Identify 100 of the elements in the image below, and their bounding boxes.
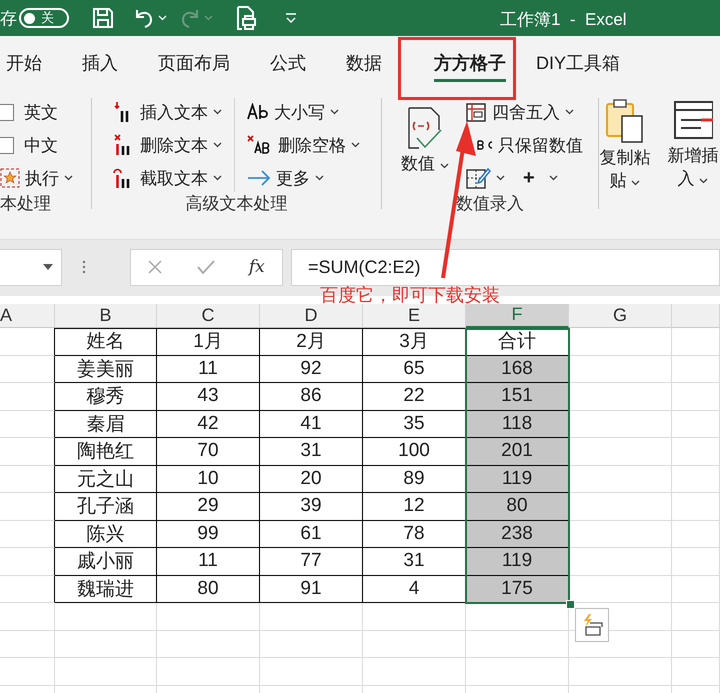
column-header[interactable]: F — [466, 304, 569, 328]
table-cell: 3月 — [363, 328, 466, 356]
ribbon-tab[interactable]: 公式 — [270, 36, 322, 90]
table-cell: 22 — [363, 383, 466, 410]
table-cell: 99 — [157, 520, 260, 548]
ribbon-tab[interactable]: 插入 — [82, 36, 134, 90]
ribbon-tab[interactable]: 数据 — [346, 36, 398, 90]
grid-cell — [672, 576, 720, 603]
table-cell: 元之山 — [55, 466, 157, 493]
ribbon-tab[interactable]: 页面布局 — [158, 36, 246, 90]
fill-handle[interactable] — [566, 600, 575, 609]
caret-icon — [496, 175, 505, 181]
grid-cell — [0, 356, 55, 383]
menu-button[interactable]: 执行 — [0, 164, 73, 192]
grid-cell — [0, 658, 55, 686]
table-cell: 穆秀 — [55, 383, 157, 410]
table-cell: 姜美丽 — [55, 356, 157, 383]
table-cell: 11 — [157, 548, 260, 576]
caret-icon — [158, 15, 167, 21]
table-cell: 201 — [466, 438, 569, 466]
table-cell: 89 — [363, 466, 466, 493]
quick-analysis-button[interactable] — [575, 608, 609, 642]
caret-icon — [204, 15, 213, 21]
table-cell: 陈兴 — [55, 520, 157, 548]
ribbon-button[interactable]: 只保留数值 — [477, 131, 583, 159]
menu-button[interactable]: + — [523, 164, 558, 192]
table-cell: 92 — [260, 356, 363, 383]
ribbon-tab[interactable]: 方方格子 — [422, 36, 518, 90]
bc-icon — [477, 140, 493, 150]
group-label: 本处理 — [0, 193, 51, 215]
caret-icon — [315, 175, 324, 181]
table-cell: 陶艳红 — [55, 438, 157, 466]
checkbox[interactable] — [0, 104, 14, 120]
table-cell: 20 — [260, 466, 363, 493]
menu-button[interactable]: 删除文本 — [113, 131, 222, 159]
large-button[interactable]: 数值 — [397, 106, 453, 176]
column-header[interactable]: B — [55, 304, 157, 328]
table-cell: 35 — [363, 410, 466, 438]
checkbox[interactable] — [0, 136, 14, 154]
menu-button[interactable]: 截取文本 — [113, 164, 222, 192]
ribbon-tab[interactable]: DIY工具箱 — [536, 36, 636, 90]
table-cell: 175 — [466, 576, 569, 603]
grid-cell — [672, 630, 720, 658]
caret-icon — [64, 175, 73, 181]
table-cell: 31 — [363, 548, 466, 576]
column-header[interactable]: D — [260, 304, 363, 328]
large-button[interactable]: 复制粘贴 — [597, 98, 653, 193]
autosave-toggle[interactable]: 关 — [19, 8, 69, 28]
menu-button[interactable]: 四舍五入 — [465, 98, 583, 126]
checkbox-option[interactable]: 中文 — [0, 131, 73, 159]
table-cell: 119 — [466, 466, 569, 493]
menu-button[interactable]: 更多 — [247, 164, 360, 192]
table-cell: 43 — [157, 383, 260, 410]
caret-icon — [213, 109, 222, 115]
column-header[interactable]: G — [569, 304, 672, 328]
menu-button[interactable]: 插入文本 — [113, 98, 222, 126]
grid-cell — [672, 410, 720, 438]
table-cell: 2月 — [260, 328, 363, 356]
grid-cell — [672, 603, 720, 630]
ribbon-tab[interactable]: 开始 — [6, 36, 58, 90]
caret-icon — [213, 142, 222, 148]
column-header[interactable]: C — [157, 304, 260, 328]
table-cell: 29 — [157, 493, 260, 520]
table-cell: 119 — [466, 548, 569, 576]
customize-icon[interactable] — [285, 13, 297, 23]
table-cell: 118 — [466, 410, 569, 438]
caret-icon — [565, 109, 574, 115]
table-cell: 10 — [157, 466, 260, 493]
large-button[interactable]: 新增插入 — [665, 98, 720, 191]
caret-icon — [631, 180, 640, 186]
table-cell: 11 — [157, 356, 260, 383]
caret-icon — [548, 175, 558, 181]
column-header[interactable]: E — [363, 304, 466, 328]
formula-input[interactable]: =SUM(C2:E2) — [291, 248, 720, 286]
menu-button[interactable]: 大小写 — [247, 98, 360, 126]
table-cell: 151 — [466, 383, 569, 410]
undo-icon[interactable] — [133, 7, 155, 29]
grid-cell — [0, 576, 55, 603]
dropdown-arrow-icon[interactable] — [43, 264, 53, 270]
table-cell: 戚小丽 — [55, 548, 157, 576]
grid-cell — [0, 603, 55, 630]
menu-button[interactable]: 删除空格 — [247, 131, 360, 159]
save-icon[interactable] — [91, 6, 115, 30]
caret-icon — [351, 142, 360, 148]
grid-cell — [0, 328, 55, 356]
print-preview-icon[interactable] — [235, 5, 257, 31]
grid-cell — [672, 328, 720, 356]
more-options-icon[interactable] — [82, 260, 86, 274]
table-cell: 238 — [466, 520, 569, 548]
grid-cell — [0, 493, 55, 520]
group-label: 高级文本处理 — [186, 193, 288, 215]
grid-cell — [0, 630, 55, 658]
column-header[interactable]: A — [0, 304, 55, 328]
checkbox-option[interactable]: 英文 — [0, 98, 73, 126]
table-cell: 1月 — [157, 328, 260, 356]
table-pencil-icon — [465, 166, 491, 190]
grid-cell — [0, 438, 55, 466]
insert-function-button[interactable]: fx — [248, 257, 265, 277]
table-cell: 39 — [260, 493, 363, 520]
arrow-icon — [247, 170, 271, 186]
